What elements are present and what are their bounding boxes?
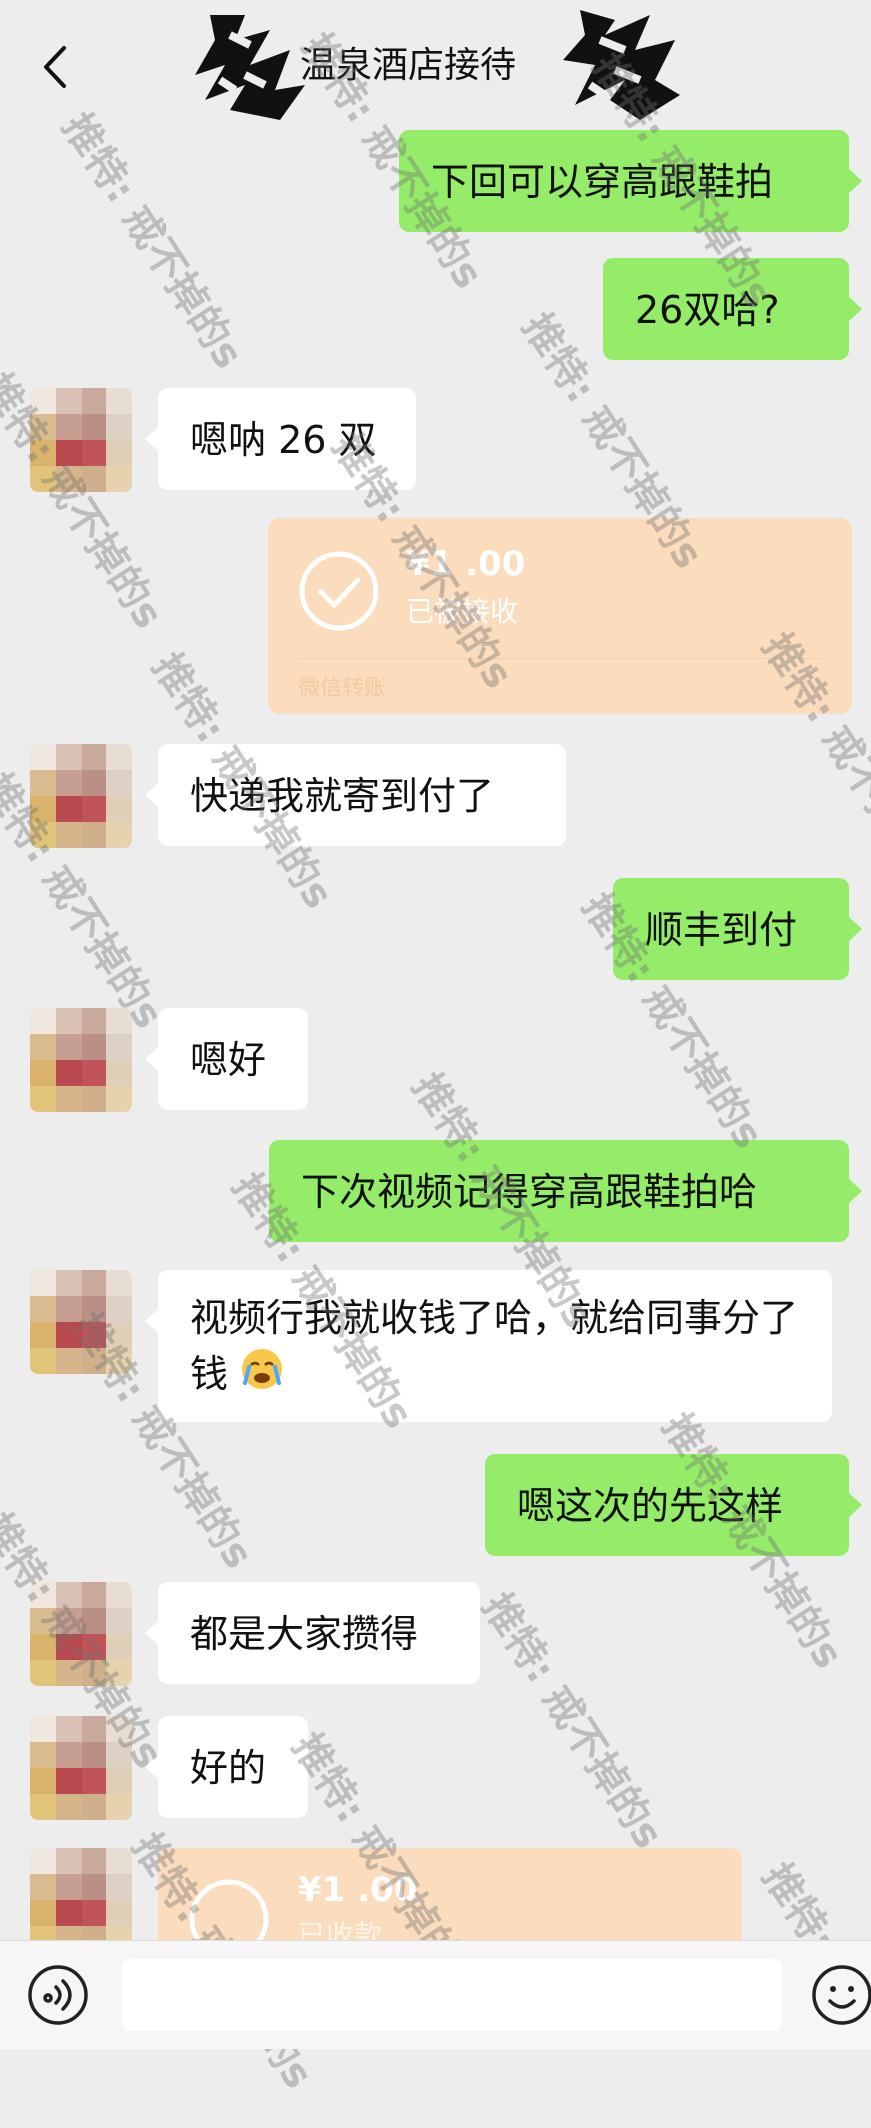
chat-header: 温泉酒店接待 — [0, 0, 871, 130]
chevron-left-icon[interactable] — [38, 42, 72, 92]
avatar[interactable] — [30, 1582, 132, 1686]
crying-face-icon — [240, 1347, 284, 1406]
watermark: 推特: 戒不掉的s — [473, 1585, 672, 1857]
transfer-amount: ¥1 .00 — [406, 544, 526, 584]
emoji-icon[interactable] — [810, 1963, 871, 2027]
check-circle-icon — [298, 550, 380, 632]
message-outgoing[interactable]: 顺丰到付 — [613, 878, 862, 980]
transfer-amount: ¥1 .00 — [298, 1870, 418, 1910]
avatar[interactable] — [30, 1008, 132, 1112]
watermark: 推特: 戒不掉的s — [53, 105, 252, 377]
input-bar — [0, 1940, 871, 2049]
message-incoming[interactable]: 好的 — [145, 1716, 308, 1818]
avatar[interactable] — [30, 1270, 132, 1374]
voice-icon[interactable] — [26, 1963, 90, 2027]
avatar[interactable] — [30, 388, 132, 492]
transfer-label: 微信转账 — [298, 676, 387, 701]
message-outgoing[interactable]: 下回可以穿高跟鞋拍 — [399, 130, 862, 232]
message-incoming[interactable]: 视频行我就收钱了哈，就给同事分了钱 — [145, 1270, 832, 1422]
chat-title: 温泉酒店接待 — [300, 45, 517, 86]
message-outgoing[interactable]: 26双哈? — [603, 258, 862, 360]
message-incoming[interactable]: 都是大家攒得 — [145, 1582, 480, 1684]
transfer-card[interactable]: ¥1 .00 已收款 — [158, 1848, 742, 1959]
message-input[interactable] — [122, 1959, 782, 2031]
message-incoming[interactable]: 嗯呐 26 双 — [145, 388, 416, 490]
avatar[interactable] — [30, 744, 132, 848]
transfer-card[interactable]: ¥1 .00 已被接收 微信转账 — [268, 518, 852, 714]
transfer-status: 已被接收 — [406, 595, 519, 628]
divider — [298, 658, 822, 659]
message-incoming[interactable]: 嗯好 — [145, 1008, 308, 1110]
avatar[interactable] — [30, 1848, 132, 1952]
message-outgoing[interactable]: 下次视频记得穿高跟鞋拍哈 — [269, 1140, 862, 1242]
redaction-scribble — [555, 5, 685, 125]
message-outgoing[interactable]: 嗯这次的先这样 — [485, 1454, 862, 1556]
avatar[interactable] — [30, 1716, 132, 1820]
message-incoming[interactable]: 快递我就寄到付了 — [145, 744, 566, 846]
